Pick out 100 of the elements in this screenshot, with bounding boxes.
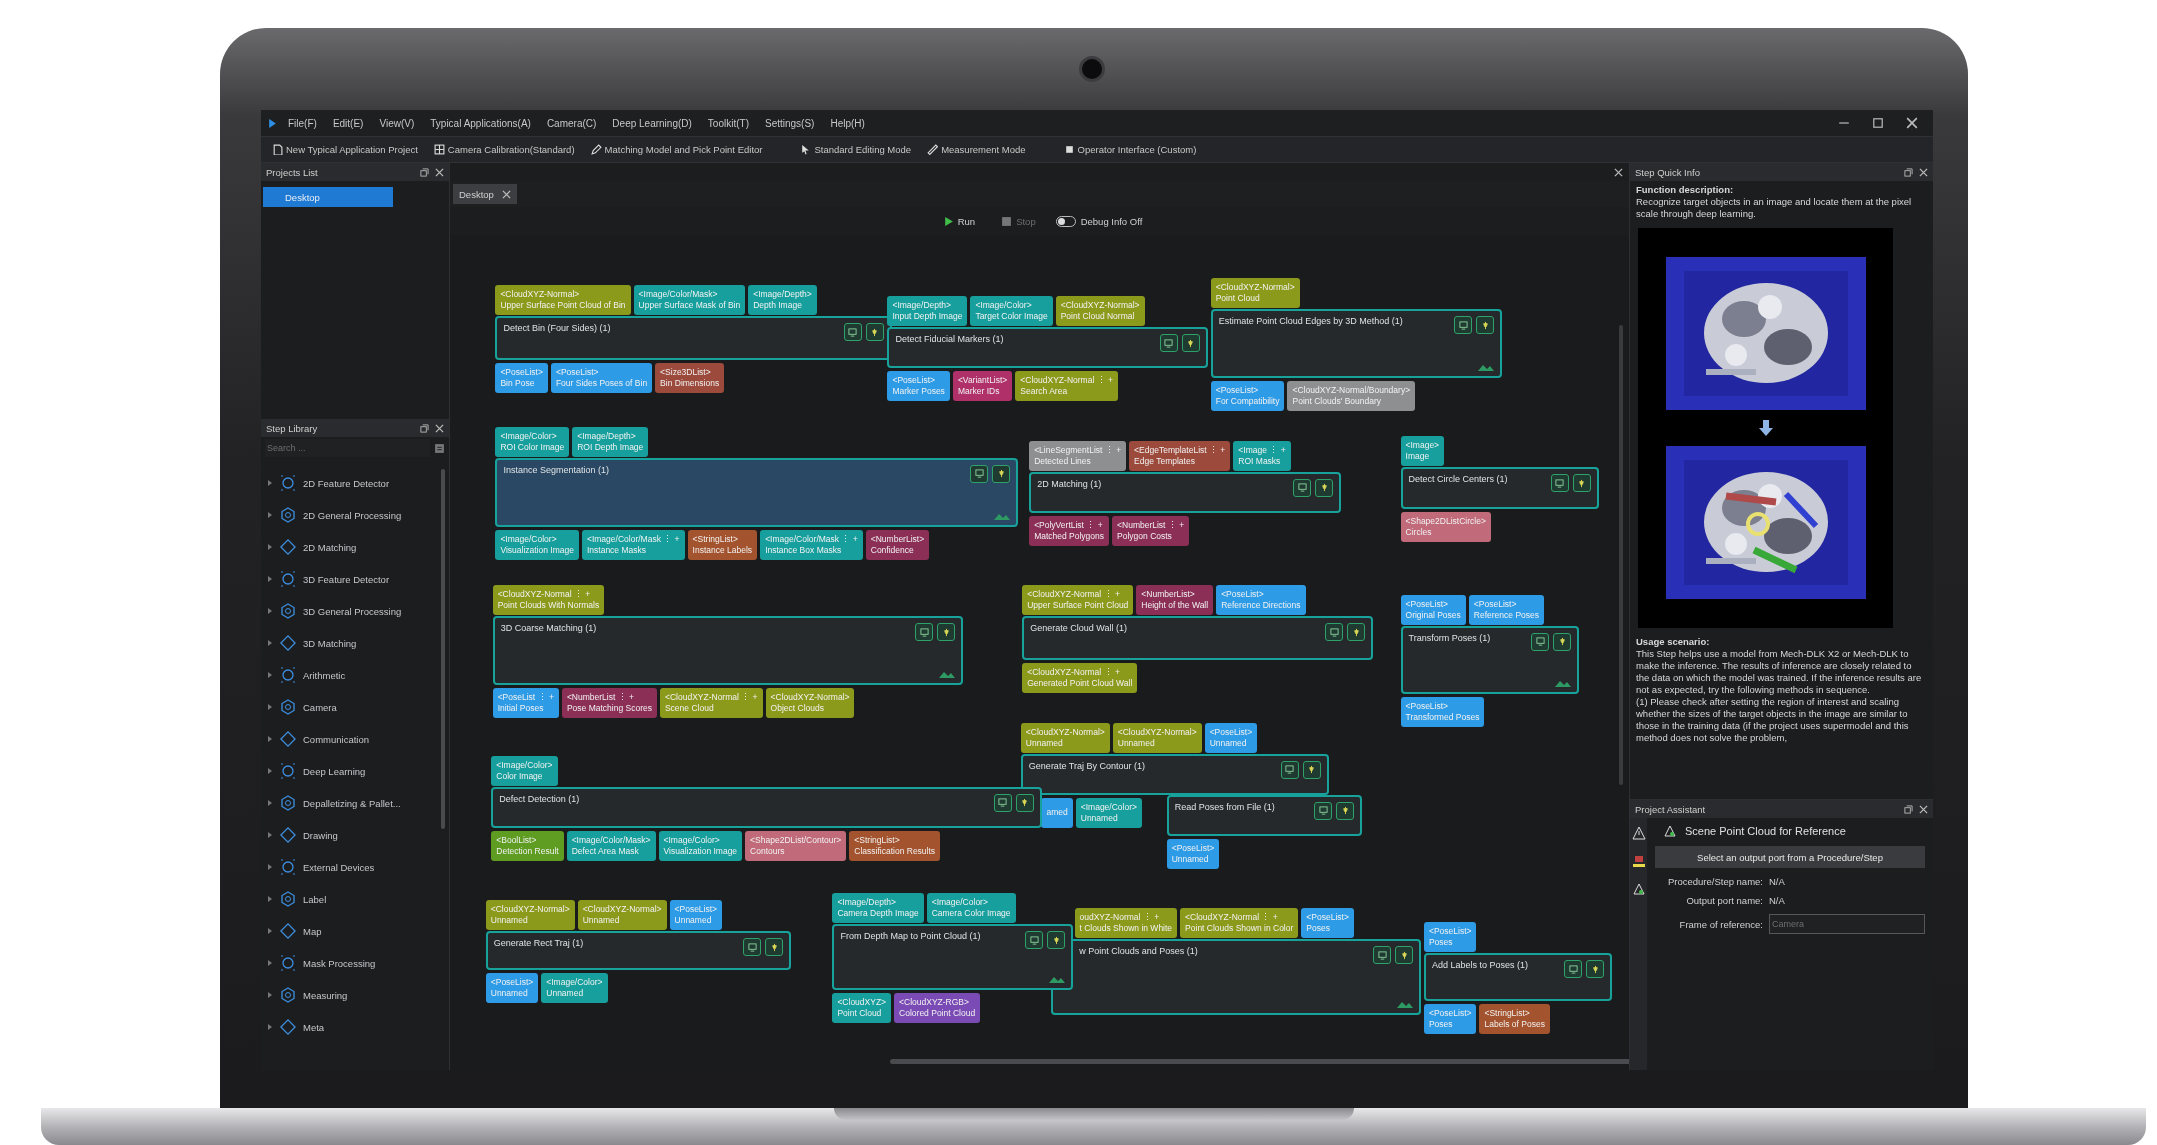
library-item[interactable]: External Devices [265,851,435,883]
library-item[interactable]: Measuring [265,979,435,1011]
port-tag[interactable]: <CloudXYZ> Point Cloud [832,993,892,1024]
port-tag[interactable]: <CloudXYZ-Normal ⋮ + Search Area [1015,371,1118,402]
library-item[interactable]: Camera [265,691,435,723]
scrollbar[interactable] [1619,325,1623,785]
monitor-icon[interactable] [1325,623,1343,642]
toolbar-button[interactable]: Matching Model and Pick Point Editor [585,142,768,157]
library-item[interactable]: 3D General Processing [265,595,435,627]
menu-item[interactable]: Help(H) [824,115,871,131]
menu-item[interactable]: Toolkit(T) [701,115,755,131]
port-tag[interactable]: <StringList> Classification Results [849,830,941,861]
project-item[interactable]: Desktop [263,187,393,207]
port-tag[interactable]: <Image ⋮ + ROI Masks [1233,440,1291,471]
port-tag[interactable]: <Image/Color/Mask ⋮ + Instance Masks [581,529,685,560]
port-tag[interactable]: <Image/Depth> Input Depth Image [887,296,968,327]
pin-icon[interactable] [1181,334,1200,353]
pin-icon[interactable] [992,464,1011,483]
menu-item[interactable]: File(F) [282,115,323,131]
close-icon[interactable] [1919,804,1928,814]
port-tag[interactable]: <EdgeTemplateList ⋮ + Edge Templates [1129,440,1231,471]
float-icon[interactable] [420,167,429,177]
float-icon[interactable] [1904,167,1913,177]
port-tag[interactable]: <Image/Color> ROI Color Image [495,426,570,457]
step-node[interactable]: w Point Clouds and Poses (1) [1051,939,1422,1015]
toolbar-button[interactable]: Operator Interface (Custom) [1058,142,1202,157]
step-node[interactable]: Generate Rect Traj (1) [485,931,792,970]
pin-icon[interactable] [1015,793,1034,812]
library-item[interactable]: 2D Matching [265,531,435,563]
toolbar-button[interactable]: Camera Calibration(Standard) [428,142,580,157]
library-item[interactable]: Meta [265,1011,435,1043]
port-tag[interactable]: <Shape2DListCircle> Circles [1400,511,1491,542]
search-field[interactable]: Search ... [265,439,430,457]
monitor-icon[interactable] [1531,632,1550,651]
close-icon[interactable] [1919,167,1928,177]
library-item[interactable]: 2D Feature Detector [265,467,435,499]
monitor-icon[interactable] [743,938,762,957]
port-tag[interactable]: <CloudXYZ-Normal> Upper Surface Point Cloud of Bin [495,285,631,316]
scrollbar[interactable] [890,1059,1629,1064]
float-icon[interactable] [420,423,429,433]
port-tag[interactable]: <Image/Color/Mask ⋮ + Instance Box Masks [760,529,863,560]
port-tag[interactable]: <StringList> Labels of Poses [1479,1004,1550,1035]
monitor-icon[interactable] [1564,960,1583,979]
run-button[interactable]: Run [936,214,982,228]
port-tag[interactable]: <NumberList> Confidence [865,529,930,560]
port-tag[interactable]: <CloudXYZ-Normal ⋮ + Upper Surface Point Cloud [1022,585,1134,616]
monitor-icon[interactable] [970,464,989,483]
port-tag[interactable]: <Image/Depth> ROI Depth Image [572,426,649,457]
port-tag[interactable]: <Image/Color> Unnamed [541,972,608,1003]
port-tag[interactable]: <CloudXYZ-Normal> Unnamed [577,900,667,931]
monitor-icon[interactable] [1159,334,1178,353]
monitor-icon[interactable] [1293,478,1312,497]
port-tag[interactable]: <CloudXYZ-Normal> Point Cloud [1210,278,1300,309]
port-tag[interactable]: <CloudXYZ-Normal/Boundary> Point Clouds' Boundary [1287,381,1416,412]
pin-icon[interactable] [1586,960,1605,979]
frame-field[interactable]: Camera [1769,914,1925,934]
pin-icon[interactable] [1572,474,1591,493]
pin-icon[interactable] [937,623,956,642]
port-tag[interactable]: <Image/Color/Mask> Upper Surface Mask of Bin [633,285,746,316]
port-tag[interactable]: <LineSegmentList ⋮ + Detected Lines [1029,440,1127,471]
port-tag[interactable]: <StringList> Instance Labels [687,529,758,560]
port-tag[interactable]: <VariantList> Marker IDs [952,371,1013,402]
monitor-icon[interactable] [843,323,862,342]
close-icon[interactable] [435,167,444,177]
step-node[interactable]: Transform Poses (1) [1400,625,1580,695]
library-item[interactable]: Mask Processing [265,947,435,979]
step-node[interactable]: Instance Segmentation (1) [495,457,1019,527]
port-tag[interactable]: <Image/Color> Unnamed [1075,797,1142,828]
port-tag[interactable]: <CloudXYZ-Normal ⋮ + Point Clouds Shown in Color [1180,908,1299,939]
library-item[interactable]: Communication [265,723,435,755]
step-node[interactable]: Estimate Point Cloud Edges by 3D Method (1) [1210,309,1503,379]
port-tag[interactable]: <Image/Color> Color Image [491,755,558,786]
pin-icon[interactable] [865,323,884,342]
menu-item[interactable]: Typical Applications(A) [424,115,537,131]
step-node[interactable]: Generate Traj By Contour (1) [1020,753,1329,795]
menu-item[interactable]: Camera(C) [540,115,603,131]
port-tag[interactable]: <Size3DList> Bin Dimensions [655,363,725,394]
library-item[interactable]: Deep Learning [265,755,435,787]
menu-item[interactable]: View(V) [373,115,421,131]
document-tab[interactable]: Desktop [453,184,517,204]
port-tag[interactable]: <CloudXYZ-Normal> Unnamed [485,900,575,931]
port-tag[interactable]: <NumberList ⋮ + Pose Matching Scores [561,687,657,718]
library-item[interactable]: Depalletizing & Pallet... [265,787,435,819]
port-tag[interactable]: <CloudXYZ-Normal ⋮ + Generated Point Cloud Wall [1022,663,1138,694]
port-tag[interactable]: <PolyVertList ⋮ + Matched Polygons [1029,515,1110,546]
port-tag[interactable]: <CloudXYZ-Normal> Object Clouds [765,687,855,718]
port-tag[interactable]: <Image> Image [1400,436,1445,467]
port-tag[interactable]: <Image/Color> Visualization Image [495,529,579,560]
port-tag[interactable]: <Image/Depth> Depth Image [748,285,817,316]
step-node[interactable]: Defect Detection (1) [491,786,1042,828]
library-item[interactable]: Arithmetic [265,659,435,691]
port-tag[interactable]: <CloudXYZ-Normal ⋮ + Point Clouds With Normals [492,585,605,616]
step-node[interactable]: 3D Coarse Matching (1) [492,616,964,685]
monitor-icon[interactable] [1454,316,1473,335]
library-item[interactable]: 2D General Processing [265,499,435,531]
port-tag[interactable]: <NumberList> Height of the Wall [1136,585,1214,616]
library-item[interactable]: Label [265,883,435,915]
pin-icon[interactable] [765,938,784,957]
step-node[interactable]: From Depth Map to Point Cloud (1) [832,924,1074,991]
monitor-icon[interactable] [915,623,934,642]
